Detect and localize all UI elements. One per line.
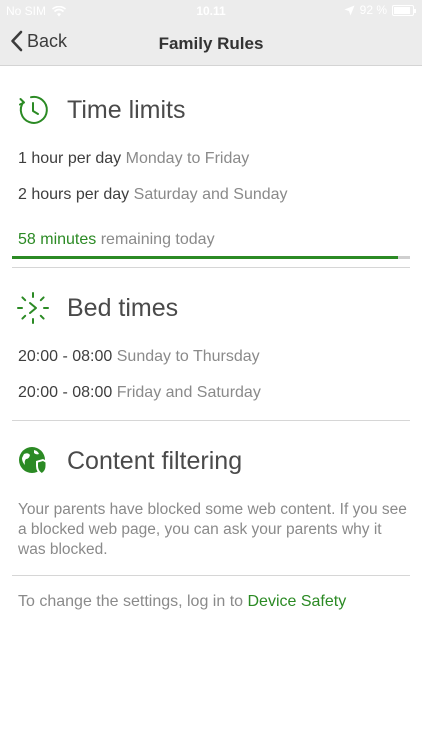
remaining-suffix: remaining today — [100, 231, 215, 248]
section-divider — [12, 420, 410, 421]
battery-percent: 92 % — [359, 3, 387, 17]
section-divider — [12, 267, 410, 268]
rule-days: Friday and Saturday — [116, 384, 261, 401]
time-limit-rule: 1 hour per day Monday to Friday — [18, 150, 249, 168]
page-title: Family Rules — [158, 34, 264, 53]
content-filtering-title: Content filtering — [67, 446, 243, 475]
bedtime-icon — [16, 291, 50, 325]
footer-text: To change the settings, log in to — [18, 593, 244, 610]
content-filtering-header: Content filtering — [16, 444, 242, 478]
rule-value: 2 hours per day — [18, 186, 130, 203]
rule-value: 20:00 - 08:00 — [18, 384, 113, 401]
status-bar: No SIM 10.11 92 % — [0, 0, 422, 22]
section-divider — [12, 575, 410, 576]
bed-times-title: Bed times — [67, 293, 179, 322]
remaining-value: 58 minutes — [18, 231, 97, 248]
bed-time-rule: 20:00 - 08:00 Sunday to Thursday — [18, 348, 260, 366]
bed-time-rule: 20:00 - 08:00 Friday and Saturday — [18, 384, 261, 402]
bed-times-header: Bed times — [16, 291, 178, 325]
time-limit-rule: 2 hours per day Saturday and Sunday — [18, 186, 288, 204]
status-right-group: 92 % — [344, 3, 416, 17]
location-arrow-icon — [344, 5, 355, 15]
content-filtering-description: Your parents have blocked some web conte… — [18, 501, 407, 558]
navigation-bar: Back Family Rules — [0, 22, 422, 66]
time-remaining-progress-bar — [12, 256, 410, 259]
rule-days: Sunday to Thursday — [116, 348, 260, 365]
time-limits-header: Time limits — [16, 93, 186, 127]
globe-shield-icon — [16, 444, 50, 478]
battery-icon — [392, 4, 416, 16]
battery-level — [394, 6, 411, 14]
device-safety-link[interactable]: Device Safety — [248, 593, 347, 610]
settings-footer: To change the settings, log in to Device… — [18, 593, 346, 611]
rule-value: 20:00 - 08:00 — [18, 348, 113, 365]
clock-icon — [16, 93, 50, 127]
rule-days: Monday to Friday — [125, 150, 250, 167]
progress-fill — [12, 256, 399, 259]
rule-days: Saturday and Sunday — [133, 186, 288, 203]
rule-value: 1 hour per day — [18, 150, 122, 167]
time-limits-title: Time limits — [67, 95, 186, 124]
remaining-time: 58 minutes remaining today — [18, 231, 215, 249]
